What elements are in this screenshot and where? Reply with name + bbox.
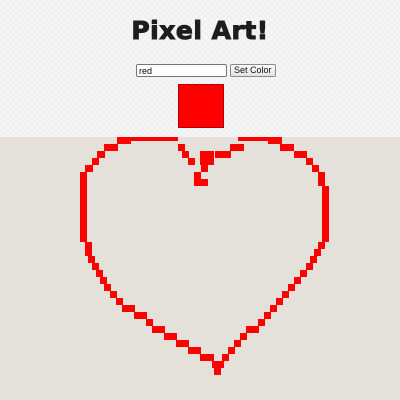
pixel-cell[interactable] [282,291,289,298]
pixel-cell[interactable] [310,256,317,263]
pixel-cell[interactable] [85,242,92,249]
pixel-cell[interactable] [300,151,307,158]
pixel-cell[interactable] [92,263,99,270]
pixel-cell[interactable] [294,151,301,158]
color-controls: Set Color [136,64,276,77]
pixel-cell[interactable] [246,326,253,333]
pixel-cell[interactable] [224,151,231,158]
pixel-cell[interactable] [288,284,295,291]
pixel-cell[interactable] [128,305,135,312]
pixel-cell[interactable] [201,179,208,186]
pixel-cell[interactable] [294,277,301,284]
pixel-cell[interactable] [80,186,87,193]
pixel-cell[interactable] [215,151,225,158]
pixel-cell[interactable] [188,347,195,354]
pixel-cell[interactable] [80,228,87,235]
pixel-cell[interactable] [322,214,329,221]
pixel-cell[interactable] [85,165,93,172]
pixel-cell[interactable] [318,242,325,249]
pixel-cell[interactable] [238,137,270,141]
pixel-cell[interactable] [228,347,235,354]
set-color-button[interactable]: Set Color [230,64,276,77]
pixel-cell[interactable] [234,340,241,347]
pixel-cell[interactable] [182,340,189,347]
pixel-cell[interactable] [222,354,229,361]
pixel-cell[interactable] [276,298,283,305]
pixel-cell[interactable] [322,186,329,193]
pixel-cell[interactable] [176,340,183,347]
header: Pixel Art! Set Color [0,0,400,137]
pixel-canvas[interactable] [0,137,400,400]
pixel-cell[interactable] [80,172,87,179]
pixel-cell[interactable] [80,235,87,242]
pixel-cell[interactable] [80,193,87,200]
pixel-cell[interactable] [80,200,87,207]
pixel-cell[interactable] [80,179,87,186]
pixel-cell[interactable] [214,368,221,375]
pixel-cell[interactable] [170,333,177,340]
pixel-cell[interactable] [97,151,105,158]
pixel-cell[interactable] [200,151,214,165]
color-input[interactable] [136,64,227,77]
pixel-cell[interactable] [270,305,277,312]
current-color-swatch [178,84,224,128]
pixel-cell[interactable] [264,312,271,319]
pixel-cell[interactable] [85,249,92,256]
pixel-cell[interactable] [92,158,99,165]
pixel-cell[interactable] [306,263,313,270]
pixel-grid[interactable] [0,137,400,400]
pixel-cell[interactable] [80,214,87,221]
pixel-cell[interactable] [164,333,171,340]
pixel-cell[interactable] [158,326,165,333]
pixel-cell[interactable] [287,144,294,151]
pixel-cell[interactable] [230,144,244,151]
pixel-cell[interactable] [318,172,325,179]
pixel-cell[interactable] [258,319,265,326]
pixel-cell[interactable] [322,193,329,200]
pixel-cell[interactable] [188,158,195,165]
pixel-cell[interactable] [200,354,207,361]
pixel-cell[interactable] [130,137,178,141]
pixel-cell[interactable] [306,158,313,165]
pixel-cell[interactable] [300,270,307,277]
pixel-cell[interactable] [80,207,87,214]
pixel-cell[interactable] [117,137,131,144]
pixel-cell[interactable] [322,235,329,242]
pixel-cell[interactable] [280,144,287,151]
pixel-cell[interactable] [322,228,329,235]
pixel-cell[interactable] [80,221,87,228]
pixel-cell[interactable] [318,179,325,186]
pixel-cell[interactable] [268,137,282,144]
pixel-cell[interactable] [110,291,117,298]
pixel-cell[interactable] [194,172,201,179]
pixel-cell[interactable] [88,256,95,263]
pixel-cell[interactable] [182,151,189,158]
pixel-cell[interactable] [122,305,129,312]
pixel-cell[interactable] [146,319,153,326]
pixel-cell[interactable] [217,361,224,368]
pixel-cell[interactable] [314,249,321,256]
pixel-cell[interactable] [240,333,247,340]
pixel-cell[interactable] [322,200,329,207]
pixel-cell[interactable] [152,326,159,333]
pixel-cell[interactable] [100,277,107,284]
pixel-cell[interactable] [322,221,329,228]
pixel-cell[interactable] [140,312,147,319]
pixel-cell[interactable] [104,144,118,151]
pixel-cell[interactable] [134,312,141,319]
pixel-cell[interactable] [201,165,208,172]
pixel-cell[interactable] [104,284,111,291]
page-title: Pixel Art! [131,16,269,46]
pixel-cell[interactable] [252,326,259,333]
pixel-cell[interactable] [194,347,201,354]
pixel-cell[interactable] [312,165,319,172]
pixel-cell[interactable] [116,298,123,305]
pixel-cell[interactable] [178,144,185,151]
pixel-cell[interactable] [207,354,214,361]
pixel-cell[interactable] [96,270,103,277]
pixel-cell[interactable] [322,207,329,214]
